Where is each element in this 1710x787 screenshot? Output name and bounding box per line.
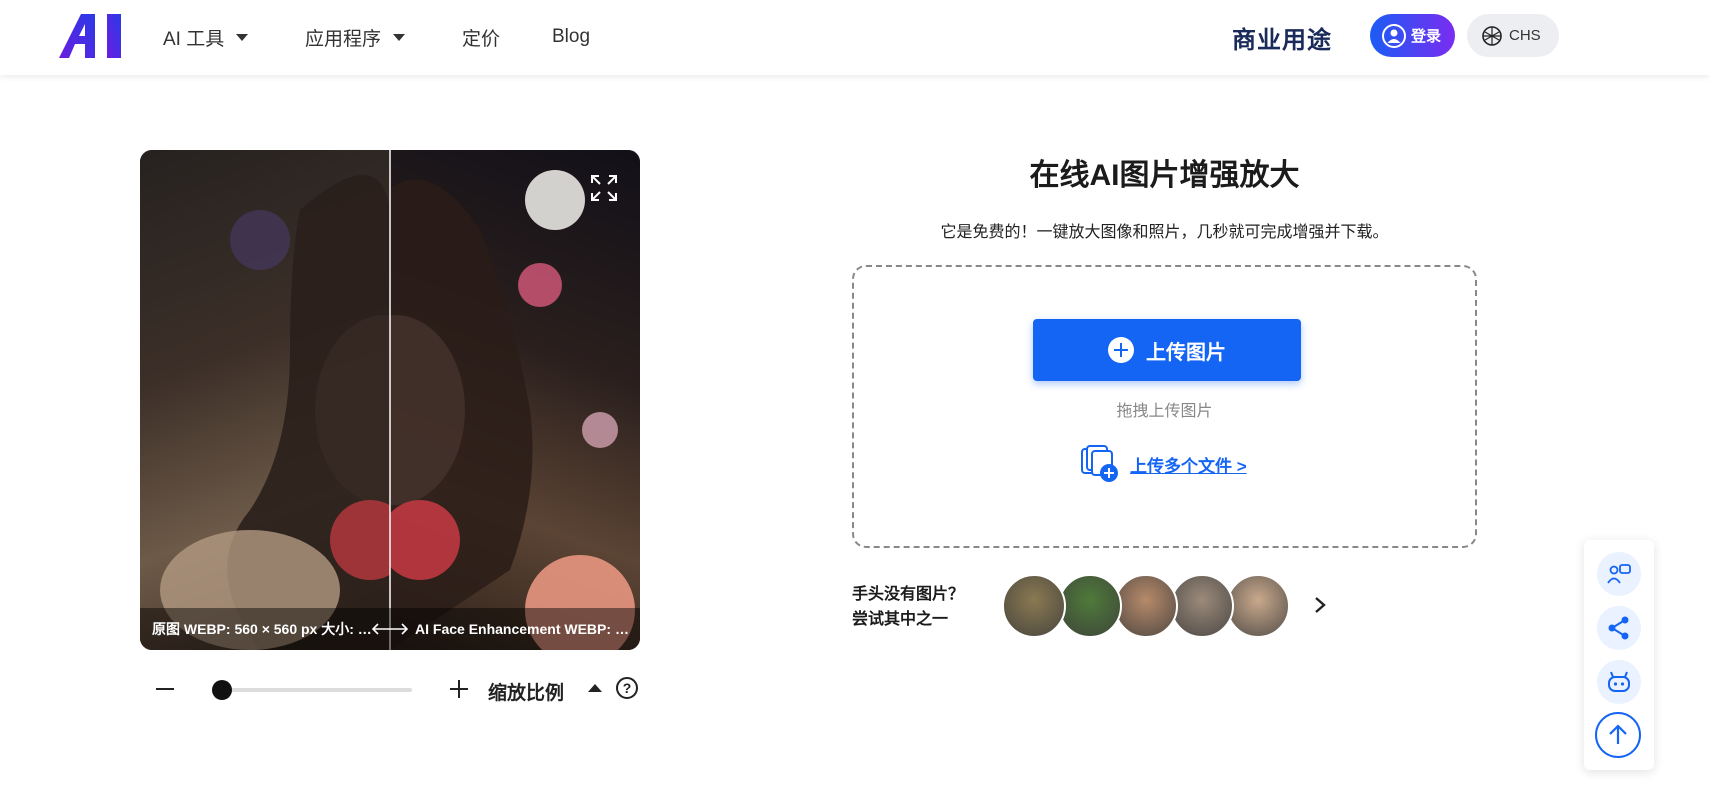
login-button[interactable]: 登录 bbox=[1370, 14, 1455, 57]
sample-prompt: 手头没有图片？ 尝试其中之一 bbox=[852, 582, 964, 632]
compare-caption-bar: 原图 WEBP: 560 × 560 px 大小: 24 KB AI Face … bbox=[140, 608, 640, 650]
enhanced-image bbox=[325, 150, 640, 650]
feedback-button[interactable] bbox=[1597, 552, 1641, 596]
sample-car-thumbnail[interactable] bbox=[1002, 574, 1066, 638]
double-arrow-icon bbox=[372, 623, 408, 635]
zoom-out-button[interactable] bbox=[156, 688, 174, 690]
multi-file-upload-link[interactable]: 上传多个文件 > bbox=[1080, 445, 1247, 483]
chevron-down-icon bbox=[236, 33, 249, 41]
original-image bbox=[140, 150, 455, 650]
zoom-controls: 缩放比例 ? bbox=[150, 672, 650, 708]
multi-files-icon bbox=[1081, 445, 1118, 482]
sample-prompt-line2: 尝试其中之一 bbox=[852, 611, 949, 628]
sample-family-thumbnail[interactable] bbox=[1170, 574, 1234, 638]
sample-prompt-line1: 手头没有图片？ bbox=[852, 586, 965, 603]
sample-landscape-thumbnail[interactable] bbox=[1058, 574, 1122, 638]
user-icon bbox=[1382, 23, 1406, 48]
caret-up-icon[interactable] bbox=[588, 684, 602, 692]
sample-woman-curly-thumbnail[interactable] bbox=[1114, 574, 1178, 638]
share-button[interactable] bbox=[1597, 606, 1641, 650]
zoom-slider-track[interactable] bbox=[212, 688, 412, 692]
chevron-down-icon bbox=[393, 33, 406, 41]
image-compare-preview[interactable]: 原图 WEBP: 560 × 560 px 大小: 24 KB AI Face … bbox=[140, 150, 640, 650]
page-subtitle: 它是免费的！一键放大图像和照片，几秒就可完成增强并下载。 bbox=[940, 224, 1389, 241]
nav-apps[interactable]: 应用程序 bbox=[305, 22, 406, 52]
enhanced-caption: AI Face Enhancement WEBP: 2240 × 2240 px bbox=[415, 621, 630, 637]
sample-woman-portrait-thumbnail[interactable] bbox=[1226, 574, 1290, 638]
nav-pricing[interactable]: 定价 bbox=[462, 22, 500, 52]
nav-blog[interactable]: Blog bbox=[552, 22, 590, 52]
drag-upload-hint: 拖拽上传图片 bbox=[1116, 403, 1213, 420]
nav-pricing-label: 定价 bbox=[462, 28, 501, 50]
scroll-to-top-button[interactable] bbox=[1595, 712, 1641, 758]
feedback-icon bbox=[1607, 564, 1631, 584]
plus-circle-icon bbox=[1108, 337, 1134, 363]
globe-icon bbox=[1482, 25, 1502, 46]
upload-dropzone[interactable]: 上传图片 拖拽上传图片 上传多个文件 > bbox=[852, 265, 1477, 548]
language-label: CHS bbox=[1509, 27, 1541, 44]
brand-logo[interactable] bbox=[59, 14, 127, 58]
expand-icon[interactable] bbox=[590, 174, 618, 202]
multi-file-upload-label: 上传多个文件 > bbox=[1130, 456, 1247, 476]
nav-blog-label: Blog bbox=[552, 26, 591, 47]
business-link[interactable]: 商业用途 bbox=[1232, 20, 1332, 55]
nav-ai-tools-label: AI 工具 bbox=[163, 28, 225, 50]
page-title: 在线AI图片增强放大 bbox=[1029, 159, 1300, 192]
nav-apps-label: 应用程序 bbox=[305, 28, 382, 50]
arrow-up-icon bbox=[1609, 724, 1627, 744]
zoom-slider-handle[interactable] bbox=[212, 680, 232, 700]
language-button[interactable]: CHS bbox=[1467, 14, 1559, 57]
original-caption: 原图 WEBP: 560 × 560 px 大小: 24 KB bbox=[152, 621, 372, 637]
help-icon[interactable]: ? bbox=[616, 677, 638, 699]
login-label: 登录 bbox=[1411, 28, 1442, 45]
ai-assistant-button[interactable] bbox=[1597, 660, 1641, 704]
chevron-right-icon[interactable] bbox=[1312, 596, 1328, 614]
floating-toolbar bbox=[1584, 540, 1654, 770]
share-icon bbox=[1608, 616, 1629, 640]
zoom-ratio-label[interactable]: 缩放比例 bbox=[488, 678, 564, 705]
upload-button-label: 上传图片 bbox=[1146, 341, 1226, 364]
zoom-in-button[interactable] bbox=[446, 676, 472, 702]
upload-image-button[interactable]: 上传图片 bbox=[1033, 319, 1301, 381]
nav-ai-tools[interactable]: AI 工具 bbox=[163, 22, 249, 52]
top-header: AI 工具 应用程序 定价 Blog 商业用途 登录 CHS bbox=[0, 0, 1710, 75]
robot-icon bbox=[1608, 671, 1630, 692]
compare-divider[interactable] bbox=[389, 150, 391, 650]
